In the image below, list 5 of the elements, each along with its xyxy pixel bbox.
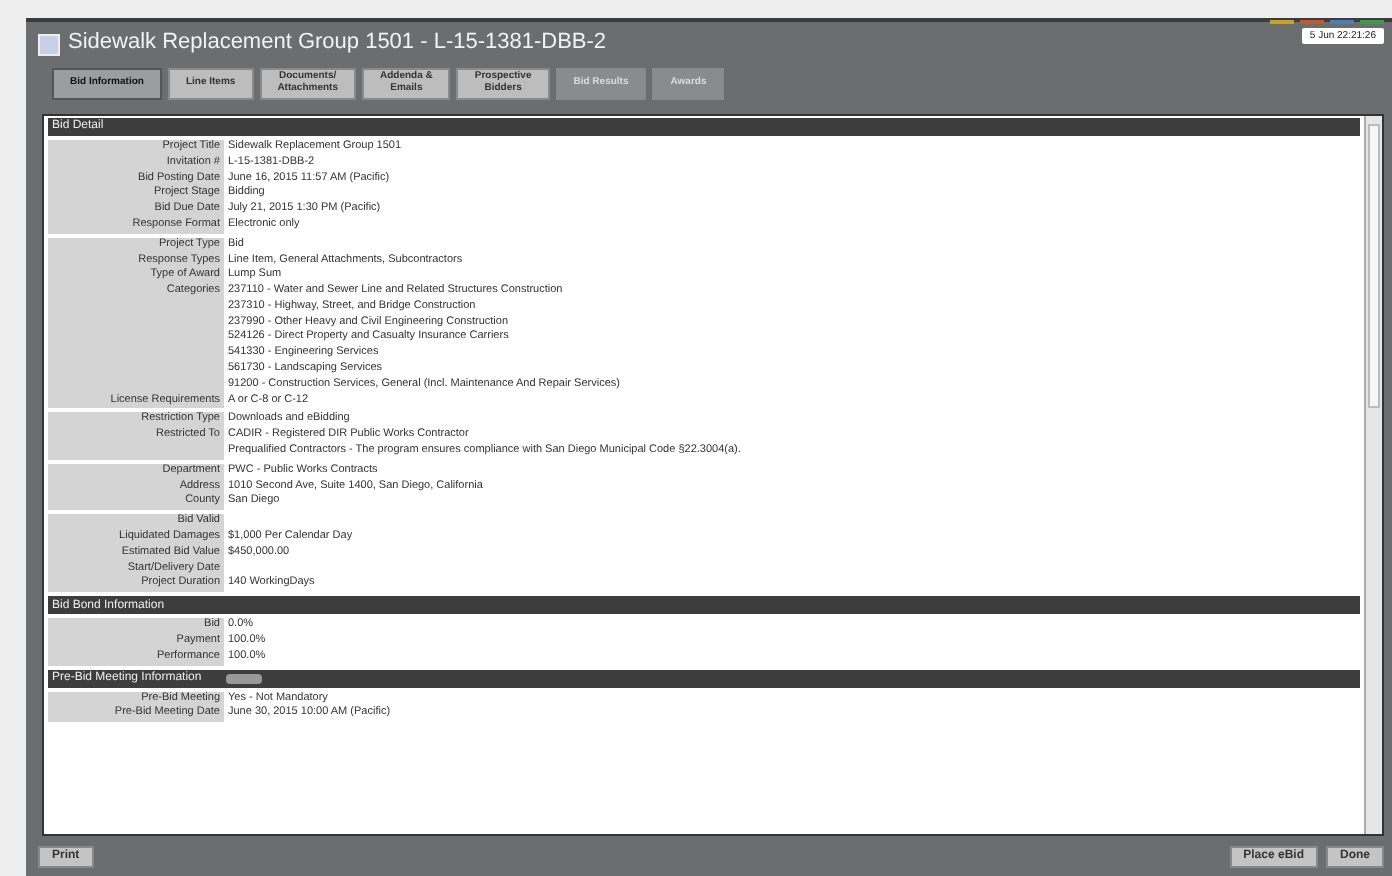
scrollbar[interactable] [1364, 115, 1382, 835]
toggle-button[interactable] [225, 673, 262, 684]
window-title: Sidewalk Replacement Group 1501 - L-15-1381-DBB-2 [68, 30, 607, 56]
app-icon [38, 34, 60, 56]
scroll-thumb[interactable] [1368, 123, 1380, 408]
